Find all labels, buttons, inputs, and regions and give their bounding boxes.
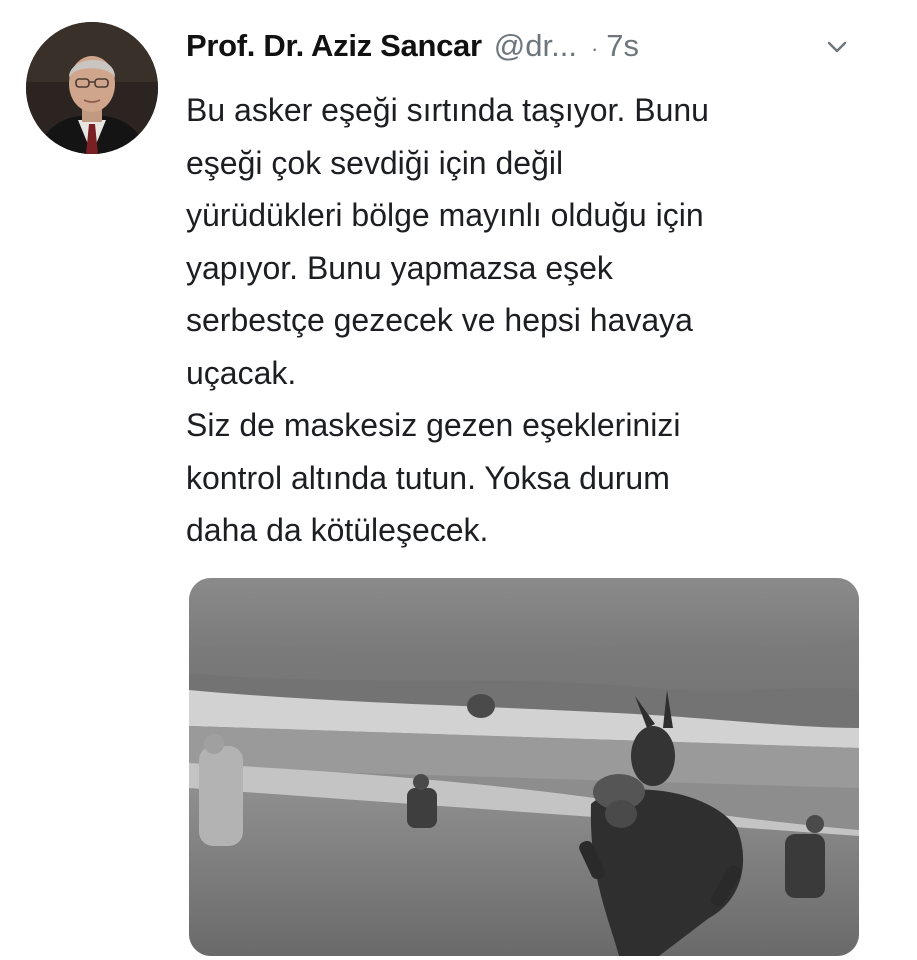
tweet-text-line: Siz de maskesiz gezen eşeklerinizi [186, 407, 681, 443]
tweet-text-line: daha da kötüleşecek. [186, 512, 489, 548]
tweet-text-line: uçacak. [186, 354, 297, 391]
tweet-text: Bu asker eşeği sırtında taşıyor. Bunu eş… [186, 84, 876, 557]
tweet-text-line: serbestçe gezecek ve hepsi havaya [186, 302, 693, 338]
tweet-card[interactable]: Prof. Dr. Aziz Sancar @dr... · 7s Bu ask… [0, 0, 917, 960]
tweet-text-line: yapıyor. Bunu yapmazsa eşek [186, 249, 613, 286]
author-name[interactable]: Prof. Dr. Aziz Sancar [186, 28, 482, 64]
tweet-text-line: yürüdükleri bölge mayınlı olduğu için [186, 197, 704, 233]
tweet-header: Prof. Dr. Aziz Sancar @dr... · 7s [186, 28, 639, 68]
avatar[interactable] [26, 22, 158, 154]
tweet-text-line: eşeği çok sevdiği için değil [186, 144, 564, 181]
author-handle[interactable]: @dr... [494, 28, 577, 64]
tweet-text-line: kontrol altında tutun. Yoksa durum [186, 459, 670, 496]
timestamp[interactable]: 7s [606, 28, 639, 64]
tweet-text-line: Bu asker eşeği sırtında taşıyor. Bunu [186, 92, 709, 128]
separator: · [590, 36, 599, 61]
chevron-down-icon[interactable] [826, 38, 848, 56]
tweet-media-photo[interactable] [189, 578, 859, 956]
